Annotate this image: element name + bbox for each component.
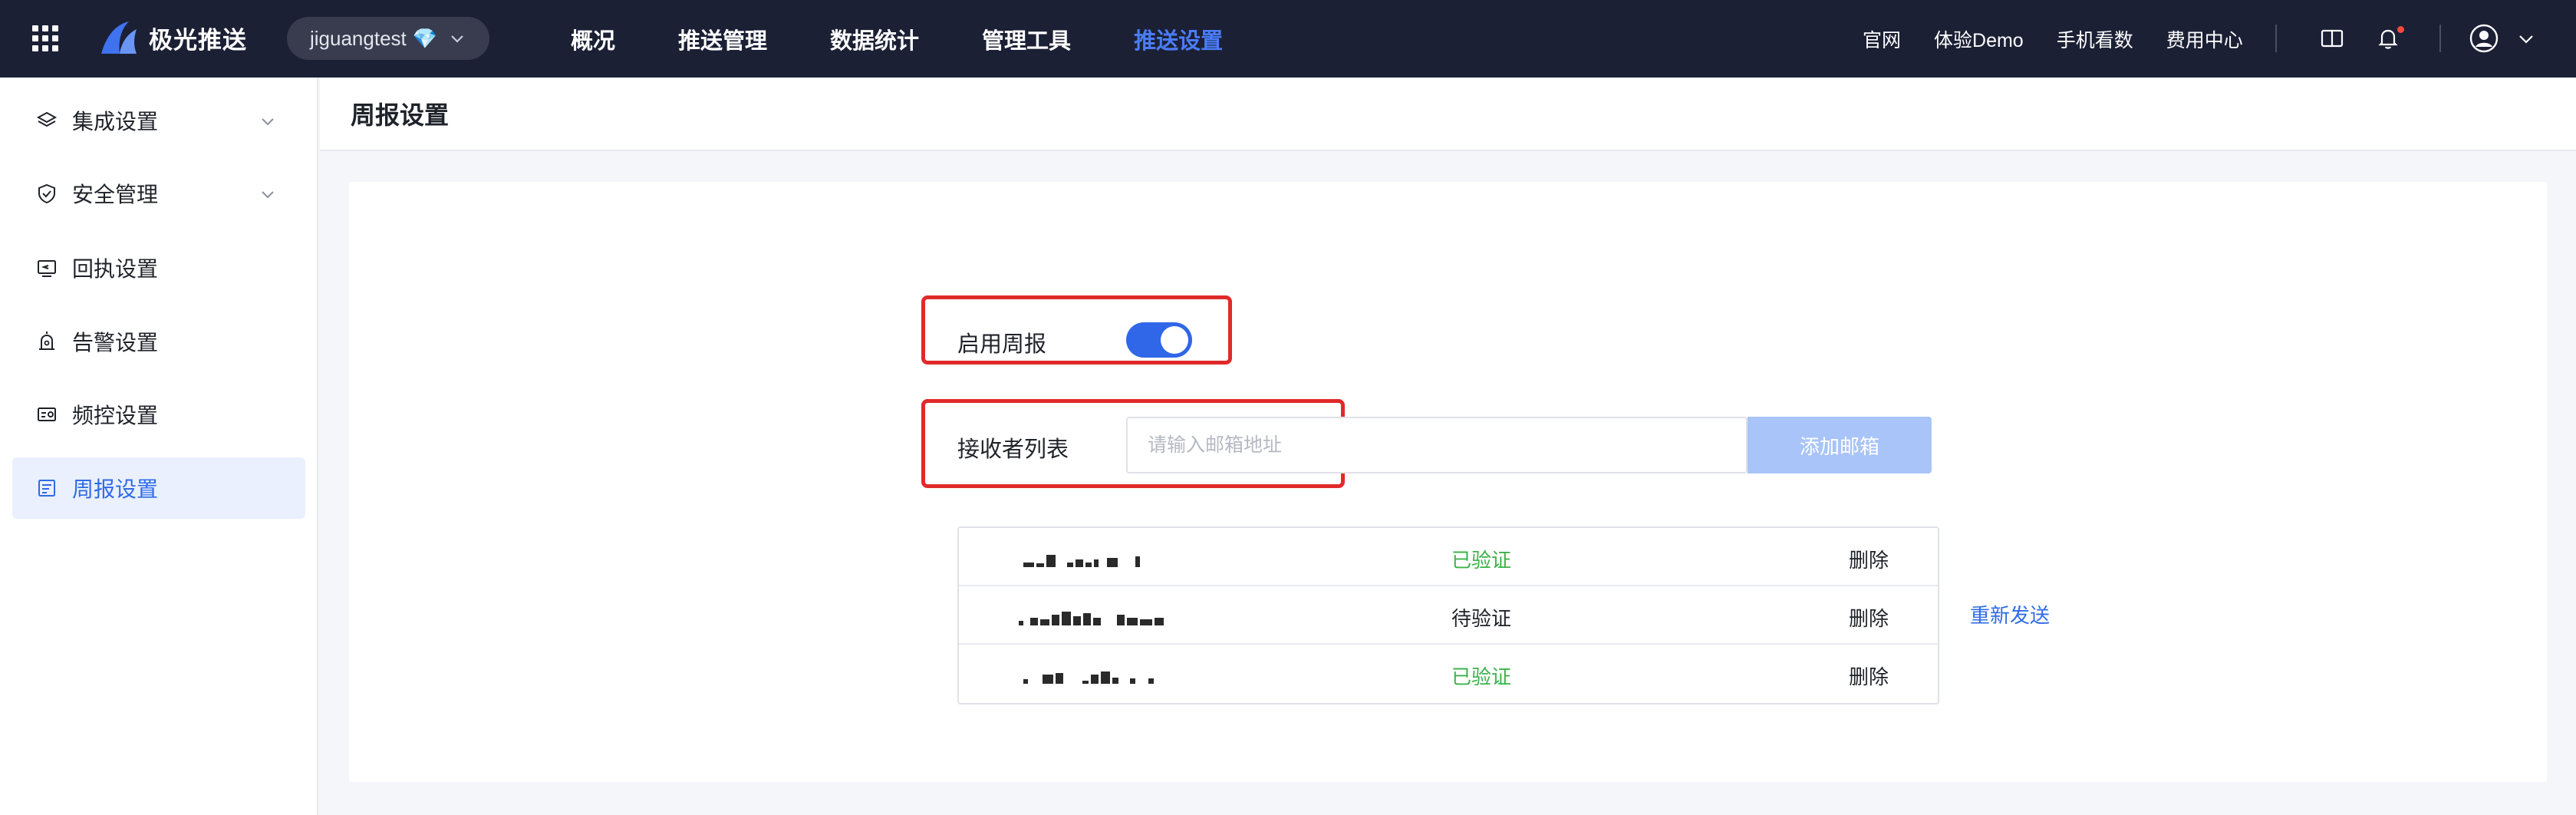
apps-grid-icon[interactable]: [32, 25, 58, 51]
header-links: 官网 体验Demo 手机看数 费用中心: [1863, 0, 2276, 78]
masked-email: [1023, 549, 1140, 567]
recipients-table: 已验证 删除 待验证 删除 已验证 删除: [957, 526, 1939, 704]
sidebar-item-integration[interactable]: 集成设置: [12, 90, 305, 151]
table-row: 已验证 删除: [959, 645, 1938, 703]
book-icon[interactable]: [2318, 25, 2346, 52]
recipients-label: 接收者列表: [957, 437, 1069, 462]
nav-overview[interactable]: 概况: [571, 23, 615, 55]
email-input[interactable]: [1126, 417, 1748, 473]
vip-diamond-icon: 💎: [412, 26, 438, 50]
sidebar-item-label: 频控设置: [72, 404, 159, 427]
page-title-bar: 周报设置: [320, 78, 2576, 151]
sidebar: 集成设置 安全管理 回执设置 告警设置 频控设置 周报设置: [0, 78, 318, 815]
app-switcher[interactable]: jiguangtest 💎: [287, 17, 489, 60]
chevron-down-icon[interactable]: [2516, 29, 2536, 49]
sidebar-item-weekly-report[interactable]: 周报设置: [12, 457, 305, 519]
chevron-down-icon: [262, 191, 274, 199]
report-icon: [38, 480, 55, 497]
sidebar-item-security[interactable]: 安全管理: [12, 163, 305, 224]
jiguang-logo-icon: [101, 21, 137, 54]
sidebar-item-alarm[interactable]: 告警设置: [12, 311, 305, 372]
alarm-icon: [39, 332, 54, 350]
header-divider: [2439, 25, 2441, 52]
user-icon[interactable]: [2469, 23, 2499, 54]
chevron-down-icon: [262, 118, 274, 126]
main-nav: 概况 推送管理 数据统计 管理工具 推送设置: [571, 0, 1286, 78]
shield-icon: [38, 183, 55, 204]
top-navbar: 极光推送 jiguangtest 💎 概况 推送管理 数据统计 管理工具 推送设…: [0, 0, 2576, 78]
app-name: jiguangtest: [310, 26, 407, 50]
nav-push-management[interactable]: 推送管理: [678, 23, 767, 55]
brand-logo[interactable]: 极光推送: [98, 20, 247, 55]
receipt-icon: [38, 260, 56, 277]
chevron-down-icon: [451, 35, 463, 43]
resend-link[interactable]: 重新发送: [1970, 600, 2050, 629]
sidebar-item-label: 集成设置: [72, 110, 159, 134]
toggle-knob: [1161, 326, 1188, 354]
frequency-icon: [38, 408, 56, 421]
add-email-button[interactable]: 添加邮箱: [1748, 417, 1932, 473]
delete-link[interactable]: 删除: [1849, 545, 1889, 573]
sidebar-item-label: 回执设置: [72, 257, 159, 281]
status-verified: 已验证: [1451, 549, 1512, 572]
sidebar-item-label: 安全管理: [72, 183, 159, 206]
layers-icon: [36, 111, 58, 127]
enable-weekly-label: 启用周报: [957, 332, 1047, 357]
nav-statistics[interactable]: 数据统计: [830, 23, 919, 55]
brand-name: 极光推送: [149, 26, 247, 54]
nav-push-settings[interactable]: 推送设置: [1134, 23, 1223, 55]
link-demo[interactable]: 体验Demo: [1934, 25, 2024, 53]
sidebar-item-label: 周报设置: [72, 477, 159, 501]
enable-weekly-toggle[interactable]: [1126, 322, 1192, 358]
masked-email: [1023, 665, 1154, 684]
table-row: 待验证 删除: [959, 586, 1938, 645]
page-title: 周报设置: [351, 101, 450, 129]
delete-link[interactable]: 删除: [1849, 662, 1889, 690]
status-verified: 已验证: [1451, 665, 1512, 688]
delete-link[interactable]: 删除: [1849, 603, 1889, 632]
header-divider: [2275, 25, 2277, 52]
status-pending: 待验证: [1451, 607, 1512, 630]
table-row: 已验证 删除: [959, 528, 1938, 586]
masked-email: [1019, 607, 1164, 625]
link-official-site[interactable]: 官网: [1863, 25, 1901, 53]
notification-dot: [2397, 26, 2404, 33]
link-billing[interactable]: 费用中心: [2166, 25, 2243, 53]
nav-management-tools[interactable]: 管理工具: [982, 23, 1071, 55]
sidebar-item-frequency[interactable]: 频控设置: [12, 384, 305, 445]
sidebar-item-label: 告警设置: [72, 331, 159, 355]
sidebar-item-receipt[interactable]: 回执设置: [12, 237, 305, 299]
link-mobile-view[interactable]: 手机看数: [2057, 25, 2133, 53]
